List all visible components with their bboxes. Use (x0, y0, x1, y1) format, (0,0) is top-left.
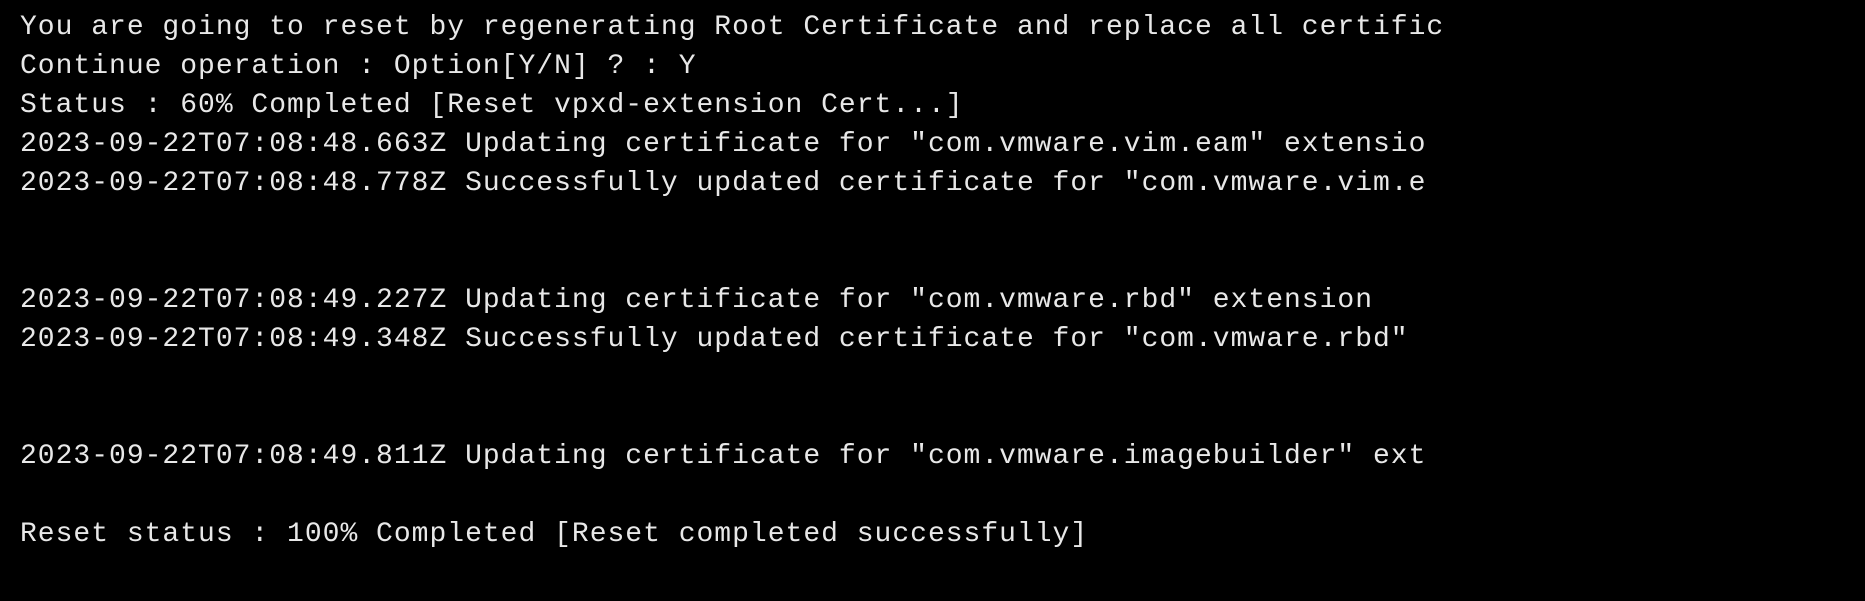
terminal-blank-line (20, 242, 1845, 281)
terminal-line: Continue operation : Option[Y/N] ? : Y (20, 47, 1845, 86)
terminal-line: 2023-09-22T07:08:49.227Z Updating certif… (20, 281, 1845, 320)
terminal-blank-line (20, 476, 1845, 515)
terminal-output: You are going to reset by regenerating R… (20, 8, 1845, 554)
terminal-line: You are going to reset by regenerating R… (20, 8, 1845, 47)
terminal-line: 2023-09-22T07:08:48.778Z Successfully up… (20, 164, 1845, 203)
terminal-line: 2023-09-22T07:08:48.663Z Updating certif… (20, 125, 1845, 164)
terminal-line: Status : 60% Completed [Reset vpxd-exten… (20, 86, 1845, 125)
terminal-line: 2023-09-22T07:08:49.811Z Updating certif… (20, 437, 1845, 476)
terminal-line: Reset status : 100% Completed [Reset com… (20, 515, 1845, 554)
terminal-line: 2023-09-22T07:08:49.348Z Successfully up… (20, 320, 1845, 359)
terminal-blank-line (20, 203, 1845, 242)
terminal-blank-line (20, 359, 1845, 398)
terminal-blank-line (20, 398, 1845, 437)
